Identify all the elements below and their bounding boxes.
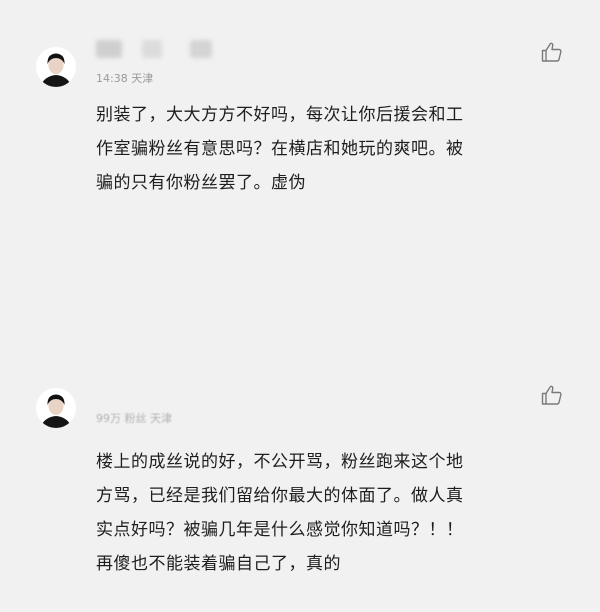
like-button[interactable] xyxy=(540,40,564,64)
comment-line: 别装了，大大方方不好吗，每次让你后援会和工 xyxy=(96,105,464,125)
comment-time: 14:38 xyxy=(96,72,128,85)
comment-meta: 99万 粉丝 天津 xyxy=(96,412,172,425)
comment-line: 实点好吗？被骗几年是什么感觉你知道吗？！！ xyxy=(96,520,464,540)
avatar[interactable] xyxy=(36,47,76,87)
comment-line: 方骂，已经是我们留给你最大的体面了。做人真 xyxy=(96,486,464,506)
comment-thread: 14:38 天津 别装了，大大方方不好吗，每次让你后援会和工 作室骗粉丝有意思吗… xyxy=(0,0,600,612)
comment-location: 天津 xyxy=(131,72,154,85)
comment-meta: 14:38 天津 xyxy=(96,70,153,86)
comment-item: 99万 粉丝 天津 楼上的成丝说的好，不公开骂，粉丝跑来这个地 方骂，已经是我们… xyxy=(0,355,600,612)
comment-line: 骗的只有你粉丝罢了。虚伪 xyxy=(96,173,306,193)
comment-line: 楼上的成丝说的好，不公开骂，粉丝跑来这个地 xyxy=(96,452,464,472)
thumbs-up-icon xyxy=(541,385,562,405)
comment-line: 作室骗粉丝有意思吗？在横店和她玩的爽吧。被 xyxy=(96,139,464,159)
comment-text: 楼上的成丝说的好，不公开骂，粉丝跑来这个地 方骂，已经是我们留给你最大的体面了。… xyxy=(96,445,566,581)
username-blurred xyxy=(142,40,162,58)
username-blurred xyxy=(96,40,122,58)
comment-text: 别装了，大大方方不好吗，每次让你后援会和工 作室骗粉丝有意思吗？在横店和她玩的爽… xyxy=(96,98,566,200)
comment-line: 再傻也不能装着骗自己了，真的 xyxy=(96,554,341,574)
avatar[interactable] xyxy=(36,388,76,428)
thumbs-up-icon xyxy=(541,42,562,62)
comment-item: 14:38 天津 别装了，大大方方不好吗，每次让你后援会和工 作室骗粉丝有意思吗… xyxy=(0,0,600,355)
like-button[interactable] xyxy=(540,383,564,407)
username-blurred xyxy=(190,40,212,58)
